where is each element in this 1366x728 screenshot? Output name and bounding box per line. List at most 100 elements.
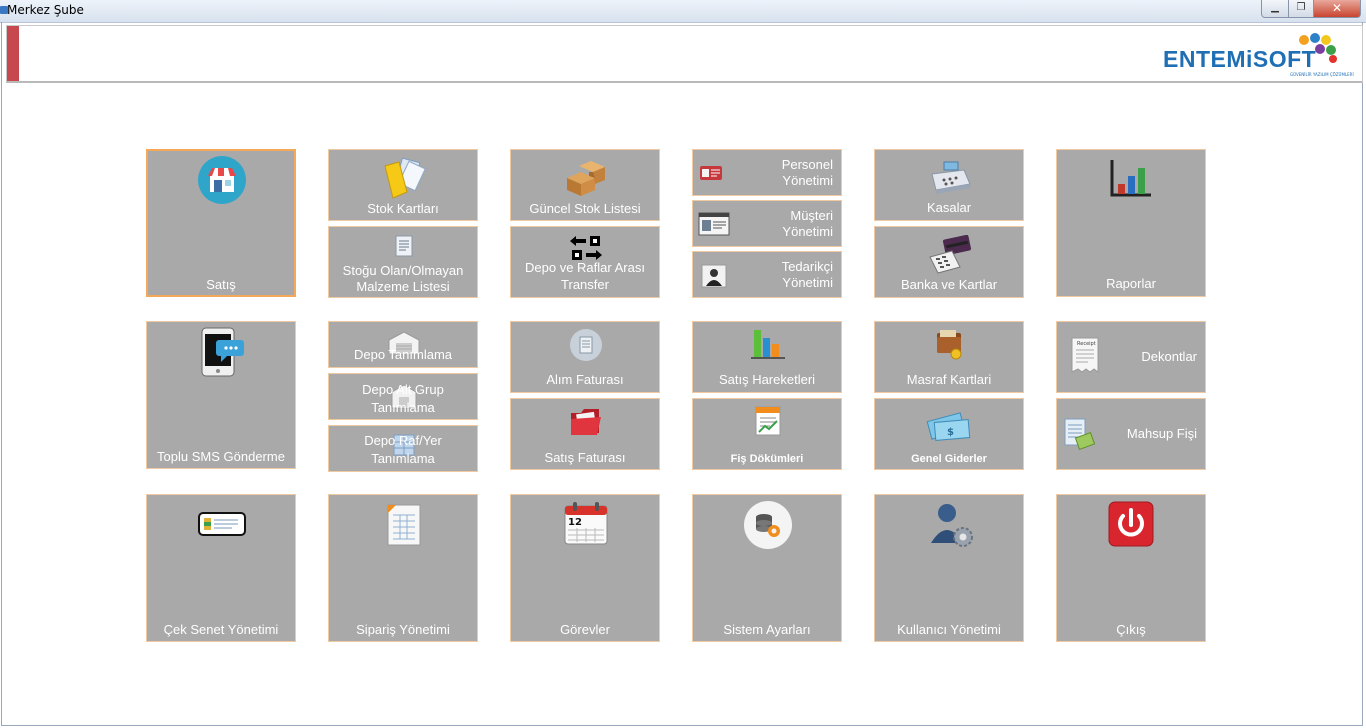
- money-bills-icon: $: [926, 412, 971, 441]
- customer-card-icon: [698, 212, 730, 236]
- tile-siparis-label: Sipariş Yönetimi: [356, 622, 450, 637]
- minimize-button[interactable]: ▁: [1261, 0, 1289, 18]
- tile-mahsup-fisi[interactable]: Mahsup Fişi: [1056, 398, 1206, 470]
- tile-masraf-kartlari[interactable]: Masraf Kartlari: [874, 321, 1024, 393]
- tile-guncel-stok[interactable]: Güncel Stok Listesi: [510, 149, 660, 221]
- logo-hex-purple-icon: [1315, 44, 1325, 54]
- tile-cek-senet-label: Çek Senet Yönetimi: [163, 622, 279, 637]
- supplier-person-icon: [701, 264, 727, 288]
- window-titlebar: Merkez Şube ▁ ❐ ✕: [0, 0, 1366, 23]
- logo-hex-yellow-icon: [1321, 35, 1331, 45]
- tile-fis-dokumleri-label: Fiş Dökümleri: [730, 453, 804, 465]
- window-title: Merkez Şube: [7, 3, 84, 17]
- tile-guncel-stok-label: Güncel Stok Listesi: [529, 201, 641, 216]
- svg-text:Receipt: Receipt: [1077, 341, 1096, 347]
- tile-cikis[interactable]: Çıkış: [1056, 494, 1206, 642]
- tile-gorevler[interactable]: 12 Görevler: [510, 494, 660, 642]
- company-logo: ENTEMiSOFT GÜVENİLİR YAZILIM ÇÖZÜMLERİ: [1163, 33, 1354, 77]
- logo-hex-red-icon: [1329, 55, 1337, 63]
- red-folder-icon: [571, 409, 601, 435]
- tile-depo-raf-label-1: Depo Raf/Yer: [364, 433, 442, 448]
- id-card-icon: [700, 166, 722, 180]
- tile-toplu-sms-label: Toplu SMS Gönderme: [157, 449, 285, 464]
- tile-depo-raf-label-2: Tanımlama: [371, 451, 435, 466]
- tile-tedarikci-yonetimi[interactable]: Tedarikçi Yönetimi: [692, 251, 842, 298]
- tile-depo-tanimlama-label: Depo Tanımlama: [353, 347, 453, 362]
- calendar-icon: 12: [564, 502, 608, 545]
- tile-tedarikci-label-1: Tedarikçi: [781, 259, 833, 274]
- tile-satis[interactable]: Satış: [146, 149, 296, 297]
- user-settings-icon: [931, 504, 973, 547]
- check-icon: [198, 512, 246, 536]
- system-settings-icon: [744, 501, 792, 549]
- tile-tedarikci-label-2: Yönetimi: [782, 275, 833, 290]
- tile-kullanici-label: Kullanıcı Yönetimi: [897, 622, 1001, 637]
- svg-text:$: $: [947, 427, 954, 438]
- bar-chart-icon: [1110, 160, 1151, 197]
- tile-dekontlar-label: Dekontlar: [1141, 349, 1197, 364]
- tile-depo-alt-grup-label-2: Tanımlama: [371, 400, 435, 415]
- tile-raporlar[interactable]: Raporlar: [1056, 149, 1206, 297]
- maximize-button[interactable]: ❐: [1288, 0, 1314, 18]
- receipt-report-icon: [755, 406, 781, 436]
- logo-hex-orange-icon: [1299, 35, 1309, 45]
- tile-banka-kartlar[interactable]: Banka ve Kartlar: [874, 226, 1024, 298]
- tile-stok-kartlari[interactable]: Stok Kartları: [328, 149, 478, 221]
- tile-depo-transfer[interactable]: Depo ve Raflar Arası Transfer: [510, 226, 660, 298]
- tile-satis-faturasi[interactable]: Satış Faturası: [510, 398, 660, 470]
- tile-depo-tanimlama[interactable]: Depo Tanımlama: [328, 321, 478, 368]
- tile-sistem-ayarlari[interactable]: Sistem Ayarları: [692, 494, 842, 642]
- logo-hex-blue-icon: [1310, 33, 1320, 43]
- tile-alim-faturasi[interactable]: Alım Faturası: [510, 321, 660, 393]
- transfer-arrows-icon: [570, 236, 602, 260]
- tile-fis-dokumleri[interactable]: Fiş Dökümleri: [692, 398, 842, 470]
- tile-musteri-yonetimi[interactable]: Müşteri Yönetimi: [692, 200, 842, 247]
- header-accent-bar: [7, 26, 19, 81]
- tile-siparis[interactable]: Sipariş Yönetimi: [328, 494, 478, 642]
- store-icon: [198, 156, 246, 204]
- power-off-icon: [1108, 501, 1154, 547]
- tile-genel-giderler[interactable]: $ Genel Giderler: [874, 398, 1024, 470]
- tile-personel-label-2: Yönetimi: [782, 173, 833, 188]
- tile-cek-senet[interactable]: Çek Senet Yönetimi: [146, 494, 296, 642]
- tile-kullanici[interactable]: Kullanıcı Yönetimi: [874, 494, 1024, 642]
- tile-gorevler-label: Görevler: [560, 622, 610, 637]
- tile-toplu-sms[interactable]: Toplu SMS Gönderme: [146, 321, 296, 469]
- tile-depo-raf-yer[interactable]: Depo Raf/Yer Tanımlama: [328, 425, 478, 472]
- tile-satis-hareketleri-label: Satış Hareketleri: [718, 372, 816, 387]
- tile-cikis-label: Çıkış: [1116, 622, 1146, 637]
- tile-stok-kartlari-label: Stok Kartları: [367, 201, 439, 216]
- app-header: ENTEMiSOFT GÜVENİLİR YAZILIM ÇÖZÜMLERİ: [6, 25, 1363, 83]
- receipt-icon: Receipt: [1071, 337, 1099, 373]
- tile-depo-alt-grup[interactable]: Depo Alt Grup Tanımlama: [328, 373, 478, 420]
- cash-register-icon: [931, 161, 971, 194]
- tile-kasalar[interactable]: Kasalar: [874, 149, 1024, 221]
- tile-kasalar-label: Kasalar: [926, 200, 972, 215]
- tile-sistem-ayarlari-label: Sistem Ayarları: [723, 622, 811, 637]
- boxes-icon: [567, 161, 605, 196]
- wallet-icon: [937, 330, 962, 360]
- mobile-sms-icon: [201, 327, 244, 377]
- tile-musteri-label-1: Müşteri: [790, 208, 833, 223]
- tile-dekontlar[interactable]: Receipt Dekontlar: [1056, 321, 1206, 393]
- tile-stogu-olan-label-2: Malzeme Listesi: [356, 279, 450, 294]
- close-button[interactable]: ✕: [1313, 0, 1361, 18]
- sales-chart-icon: [751, 330, 785, 359]
- tile-satis-hareketleri[interactable]: Satış Hareketleri: [692, 321, 842, 393]
- bank-cards-icon: [929, 235, 972, 274]
- calculator-money-icon: [1064, 418, 1095, 451]
- logo-hex-green-icon: [1326, 45, 1336, 55]
- tile-raporlar-label: Raporlar: [1106, 276, 1156, 291]
- purchase-invoice-icon: [570, 329, 602, 361]
- tile-genel-giderler-label: Genel Giderler: [911, 453, 987, 465]
- svg-text:12: 12: [568, 517, 582, 528]
- tile-depo-transfer-label-2: Transfer: [561, 277, 609, 292]
- tile-stogu-olan-olmayan[interactable]: Stoğu Olan/Olmayan Malzeme Listesi: [328, 226, 478, 298]
- tile-satis-faturasi-label: Satış Faturası: [544, 450, 626, 465]
- tile-stogu-olan-label-1: Stoğu Olan/Olmayan: [342, 263, 464, 278]
- folder-documents-icon: [384, 157, 426, 199]
- document-list-icon: [395, 235, 413, 257]
- tile-personel-label-1: Personel: [781, 157, 833, 172]
- tile-masraf-kartlari-label: Masraf Kartlari: [906, 372, 992, 387]
- tile-personel-yonetimi[interactable]: Personel Yönetimi: [692, 149, 842, 196]
